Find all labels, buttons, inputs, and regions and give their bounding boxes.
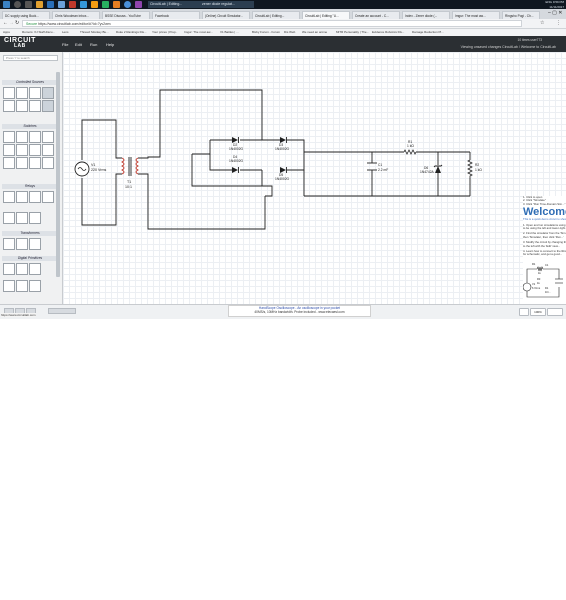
resistor-r2[interactable] <box>467 159 473 178</box>
voltage-source-v1[interactable] <box>74 161 90 177</box>
zoom-out-button[interactable] <box>519 308 529 316</box>
welcome-text: to the left with the 'Edit' view... <box>523 243 561 248</box>
d3-value: 1N4002G <box>275 147 290 151</box>
c1-value: 2.2 mF <box>378 168 388 172</box>
c1-label: C1 <box>378 163 382 167</box>
resistor-r1[interactable] <box>403 149 417 155</box>
diode-d4[interactable] <box>232 167 239 173</box>
zoom-level[interactable]: 100% <box>530 308 546 316</box>
r2-value: 1 kΩ <box>475 168 482 172</box>
status-url: https://www.circuitlab.com <box>1 313 36 317</box>
svg-text:D1: D1 <box>545 286 549 290</box>
simulate-button[interactable] <box>48 308 76 314</box>
d4-value: 1N4002G <box>229 159 244 163</box>
wire <box>81 119 122 160</box>
svg-text:V1: V1 <box>532 282 536 286</box>
ad-banner[interactable]: HandScope Oscilloscope - An oscilloscope… <box>228 305 371 317</box>
wire <box>138 173 266 230</box>
welcome-circuit: R1 C1 V1 6 Vrms R3 1k D1 1N... 1k <box>523 262 563 298</box>
capacitor-c1[interactable] <box>367 162 377 171</box>
svg-text:1k: 1k <box>537 281 540 285</box>
welcome-text: then 'Simulate', then click 'Run...' <box>523 234 564 239</box>
zener-diode-d6[interactable] <box>433 164 443 173</box>
svg-text:6 Vrms: 6 Vrms <box>532 286 541 290</box>
welcome-panel: 1. Click to open 2. Click "Simulate" 3. … <box>523 196 566 306</box>
wire <box>209 140 232 171</box>
svg-text:C1: C1 <box>545 263 549 267</box>
d6-value: 1N4742A <box>420 170 435 174</box>
zoom-in-button[interactable] <box>547 308 563 316</box>
svg-text:R1: R1 <box>532 262 536 266</box>
wire <box>262 185 273 197</box>
v1-label: V1 <box>91 163 95 167</box>
t1-ratio: 10:1 <box>125 185 132 189</box>
wires <box>81 89 471 230</box>
ad-subtitle: 40MS/s, 10MHz bandwidth. Probe included … <box>254 310 345 314</box>
welcome-text: This is a quick demo circuit to show you… <box>523 217 566 222</box>
welcome-text: to be using the left and lower-right... <box>523 226 566 231</box>
r2-label: R2 <box>475 163 479 167</box>
d5-value: 1N4002G <box>275 177 290 181</box>
svg-text:1N...: 1N... <box>545 290 551 294</box>
svg-text:1k: 1k <box>538 271 541 275</box>
r1-value: 1 kΩ <box>407 144 414 148</box>
wire <box>287 139 305 171</box>
transformer-t1[interactable] <box>120 157 140 176</box>
schematic-drawing[interactable]: V1 220 Vrms T1 10:1 D2 1N4002G D4 1N4002… <box>0 0 566 600</box>
wire <box>81 173 122 226</box>
svg-text:R3: R3 <box>537 277 541 281</box>
v1-value: 220 Vrms <box>91 168 106 172</box>
welcome-text: for schematic, and get a good... <box>523 252 563 257</box>
d2-value: 1N4002G <box>229 147 244 151</box>
t1-label: T1 <box>127 180 131 184</box>
